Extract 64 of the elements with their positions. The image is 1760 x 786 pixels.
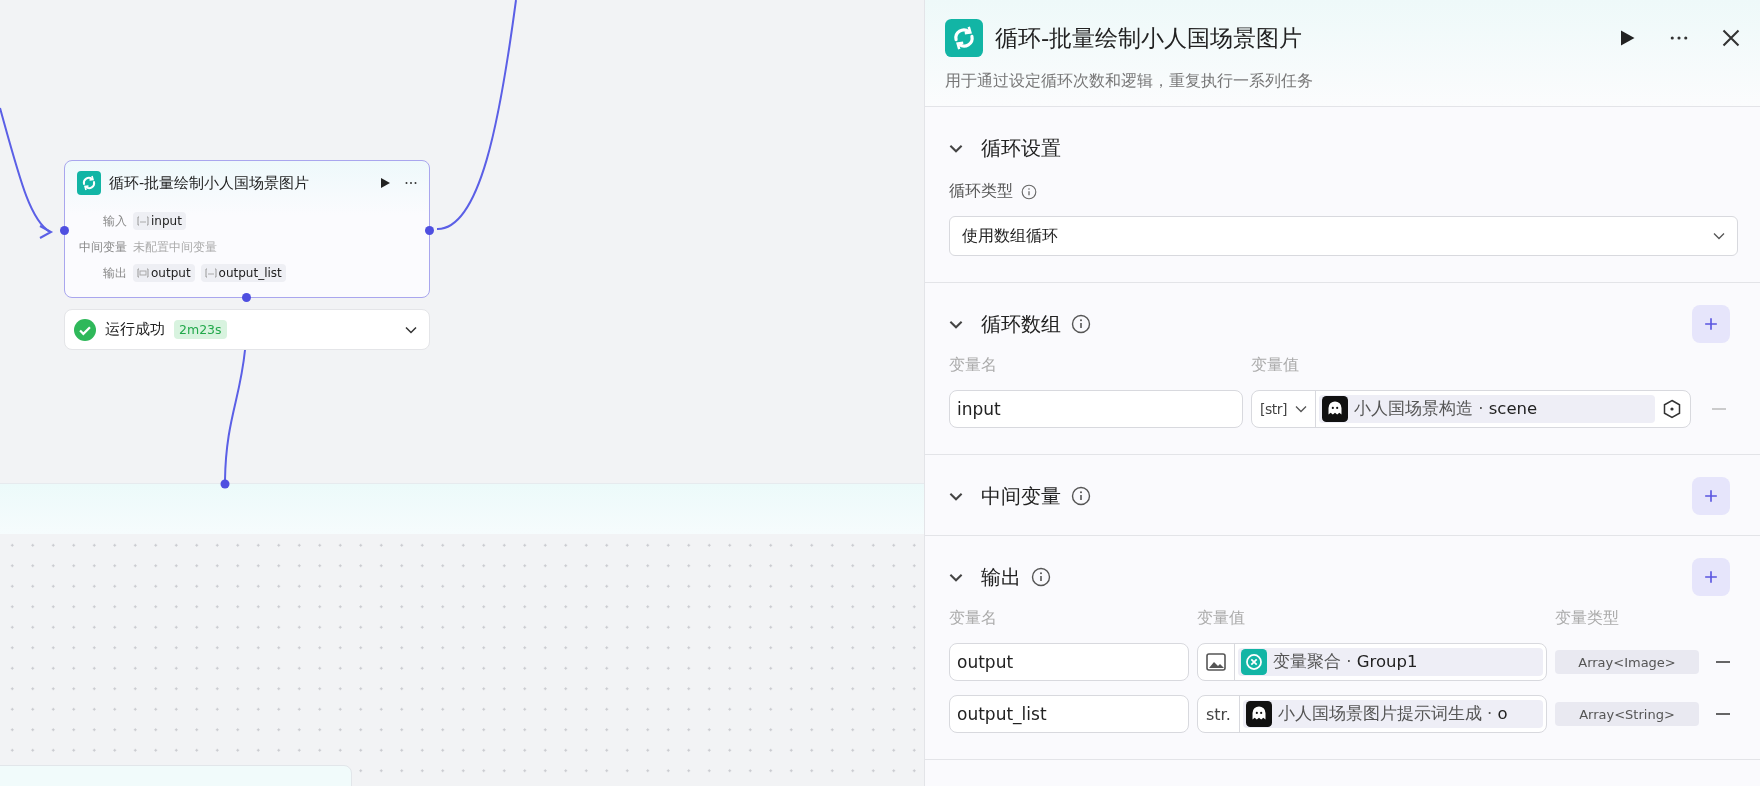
chevron-icon[interactable] bbox=[1294, 405, 1307, 413]
panel-description: 用于通过设定循环次数和逻辑，重复执行一系列任务 bbox=[945, 71, 1314, 92]
value-field[interactable]: 变量聚合 · Group1 bbox=[1197, 643, 1547, 681]
plus-icon bbox=[1704, 570, 1718, 584]
info-icon[interactable] bbox=[1071, 314, 1091, 334]
loop-type-select[interactable]: 使用数组循环 bbox=[949, 216, 1738, 256]
column-header: 变量名 bbox=[949, 355, 998, 376]
chevron-icon[interactable] bbox=[949, 143, 963, 153]
duration-badge: 2m23s bbox=[174, 320, 227, 339]
chevron-icon bbox=[1713, 232, 1725, 240]
name-field[interactable]: output bbox=[949, 643, 1189, 681]
section-title: 循环设置 bbox=[981, 134, 1061, 162]
chevron-icon[interactable] bbox=[949, 319, 963, 329]
name-field[interactable]: input bbox=[949, 390, 1243, 428]
name-field[interactable]: output_list bbox=[949, 695, 1189, 733]
chevron-icon[interactable] bbox=[949, 572, 963, 582]
type-tag: Array<String> bbox=[1555, 702, 1699, 726]
status-text: 运行成功 bbox=[105, 320, 165, 339]
info-icon[interactable] bbox=[1031, 567, 1051, 587]
port-dot[interactable] bbox=[425, 226, 434, 235]
value-field[interactable]: [str] 小人国场景构造 · scene bbox=[1251, 390, 1691, 428]
section-title: 中间变量 bbox=[981, 482, 1061, 510]
section-title: 循环数组 bbox=[981, 310, 1061, 338]
column-header: 变量类型 bbox=[1555, 608, 1620, 629]
node-title: 循环-批量绘制小人国场景图片 bbox=[109, 173, 311, 193]
add-button[interactable] bbox=[1692, 305, 1730, 343]
add-button[interactable] bbox=[1692, 477, 1730, 515]
variable-tag: output bbox=[133, 264, 195, 282]
settings-icon[interactable] bbox=[1662, 399, 1682, 419]
row-label: 中间变量 bbox=[78, 239, 127, 255]
section-title: 输出 bbox=[981, 563, 1021, 591]
port-dot[interactable] bbox=[242, 293, 251, 302]
reference-text: 小人国场景图片提示词生成 · o bbox=[1277, 703, 1508, 725]
port-dot[interactable] bbox=[220, 479, 230, 489]
reference-text: 变量聚合 · Group1 bbox=[1273, 651, 1418, 673]
type-label: [str] bbox=[1260, 401, 1287, 417]
reference-text: 小人国场景构造 · scene bbox=[1353, 398, 1538, 420]
row-label: 输出 bbox=[102, 265, 127, 281]
plus-icon bbox=[1704, 317, 1718, 331]
info-icon[interactable] bbox=[1021, 183, 1037, 200]
column-header: 变量值 bbox=[1197, 608, 1246, 629]
empty-text: 未配置中间变量 bbox=[133, 238, 217, 256]
play-icon[interactable] bbox=[379, 177, 391, 189]
port-dot[interactable] bbox=[60, 226, 69, 235]
row-label: 输入 bbox=[102, 213, 127, 229]
play-icon[interactable] bbox=[1618, 29, 1636, 47]
column-header: 变量值 bbox=[1251, 355, 1300, 376]
column-header: 变量名 bbox=[949, 608, 998, 629]
run-status-bar[interactable]: 运行成功 2m23s bbox=[64, 309, 430, 350]
chevron-icon[interactable] bbox=[405, 325, 417, 334]
add-button[interactable] bbox=[1692, 558, 1730, 596]
loop-icon bbox=[77, 171, 101, 195]
field-label: 循环类型 bbox=[949, 181, 1013, 202]
value-field[interactable]: str. 小人国场景图片提示词生成 · o bbox=[1197, 695, 1547, 733]
chevron-icon[interactable] bbox=[949, 491, 963, 501]
type-tag: Array<Image> bbox=[1555, 650, 1699, 674]
plus-icon bbox=[1704, 489, 1718, 503]
variable-tag: output_list bbox=[200, 264, 286, 282]
variable-tag: input bbox=[133, 212, 186, 230]
loop-icon bbox=[945, 19, 983, 57]
close-icon[interactable] bbox=[1722, 29, 1740, 47]
panel-title: 循环-批量绘制小人国场景图片 bbox=[995, 23, 1304, 53]
info-icon[interactable] bbox=[1071, 486, 1091, 506]
type-label: str. bbox=[1206, 704, 1231, 724]
